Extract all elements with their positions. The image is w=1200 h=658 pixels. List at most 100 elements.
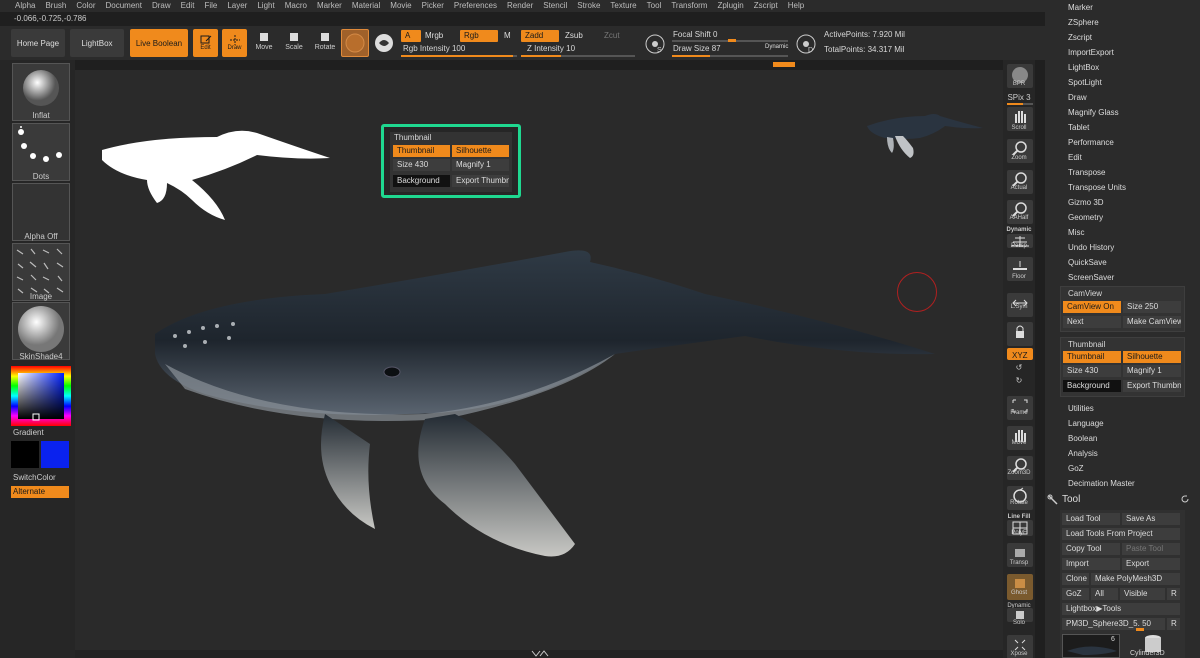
tool-thumbnail-current[interactable]: 6: [1062, 634, 1120, 658]
thumbnail-title[interactable]: Thumbnail: [1068, 340, 1105, 349]
color-picker[interactable]: [11, 366, 71, 426]
camview-size-slider[interactable]: Size 250: [1123, 301, 1181, 313]
palette-item[interactable]: QuickSave: [1068, 258, 1107, 267]
palette-item[interactable]: Tablet: [1068, 123, 1089, 132]
load-tool-button[interactable]: Load Tool: [1062, 513, 1120, 525]
ghost-button[interactable]: [1007, 574, 1033, 600]
menu-item[interactable]: Light: [252, 0, 279, 12]
palette-item[interactable]: Geometry: [1068, 213, 1103, 222]
magnify-slider[interactable]: Magnify 1: [1123, 365, 1181, 377]
spix-value[interactable]: SPix 3: [1003, 93, 1035, 102]
menu-item[interactable]: Layer: [222, 0, 252, 12]
secondary-color-swatch[interactable]: [11, 441, 39, 468]
zadd-toggle[interactable]: Zadd: [521, 30, 559, 42]
move-button[interactable]: Move: [254, 32, 274, 51]
popup-background-button[interactable]: Background: [393, 175, 450, 187]
whale-model[interactable]: [145, 244, 945, 579]
palette-item[interactable]: Misc: [1068, 228, 1084, 237]
switch-color-button[interactable]: SwitchColor: [13, 473, 56, 482]
menu-item[interactable]: Zscript: [749, 0, 783, 12]
palette-item[interactable]: Utilities: [1068, 404, 1094, 413]
popup-thumbnail-button[interactable]: Thumbnail: [393, 145, 450, 157]
palette-item[interactable]: ZSphere: [1068, 18, 1099, 27]
frame-button[interactable]: [1007, 396, 1033, 420]
menu-item[interactable]: Preferences: [449, 0, 502, 12]
palette-item[interactable]: Gizmo 3D: [1068, 198, 1104, 207]
palette-item[interactable]: LightBox: [1068, 63, 1099, 72]
import-button[interactable]: Import: [1062, 558, 1120, 570]
palette-item[interactable]: Undo History: [1068, 243, 1114, 252]
draw-size-track[interactable]: [672, 55, 788, 57]
dynamic-toggle[interactable]: Dynamic: [765, 44, 788, 50]
menu-item[interactable]: Color: [71, 0, 100, 12]
palette-item[interactable]: Zscript: [1068, 33, 1092, 42]
palette-item[interactable]: Draw: [1068, 93, 1087, 102]
lightbox-button[interactable]: LightBox: [70, 29, 124, 57]
rotate-y-icon[interactable]: ↺: [1003, 363, 1035, 372]
palette-item[interactable]: ScreenSaver: [1068, 273, 1114, 282]
menu-item[interactable]: Movie: [385, 0, 416, 12]
lock-button[interactable]: [1007, 322, 1033, 346]
zsub-toggle[interactable]: Zsub: [561, 30, 597, 42]
menu-item[interactable]: Picker: [417, 0, 449, 12]
export-thumbnail-button[interactable]: Export Thumbnail: [1123, 380, 1181, 392]
load-tools-from-project-button[interactable]: Load Tools From Project: [1062, 528, 1180, 540]
popup-export-thumbnail-button[interactable]: Export Thumbnail: [452, 175, 509, 187]
rgb-intensity-slider[interactable]: Rgb Intensity 100: [403, 44, 465, 53]
a-toggle[interactable]: A: [401, 30, 421, 42]
menu-item[interactable]: Draw: [147, 0, 176, 12]
popup-silhouette-button[interactable]: Silhouette: [452, 145, 509, 157]
lightbox-tools-button[interactable]: Lightbox▶Tools: [1062, 603, 1180, 615]
camview-on-button[interactable]: CamView On: [1063, 301, 1121, 313]
s-button[interactable]: S: [644, 33, 666, 55]
popup-magnify-slider[interactable]: Magnify 1: [452, 159, 509, 171]
move-view-button[interactable]: [1007, 426, 1033, 450]
menu-item[interactable]: Render: [502, 0, 538, 12]
clone-button[interactable]: Clone: [1062, 573, 1089, 585]
z-intensity-track[interactable]: [521, 55, 635, 57]
make-camview-button[interactable]: Make CamView: [1123, 316, 1181, 328]
r2-button[interactable]: R: [1167, 618, 1180, 630]
current-tool-slider[interactable]: PM3D_Sphere3D_5. 50: [1062, 618, 1165, 630]
palette-item[interactable]: Performance: [1068, 138, 1114, 147]
thumbnail-size-slider[interactable]: Size 430: [1063, 365, 1121, 377]
rgb-intensity-track[interactable]: [401, 55, 517, 57]
zcut-toggle[interactable]: Zcut: [600, 30, 630, 42]
menu-item[interactable]: Alpha: [10, 0, 40, 12]
make-polymesh3d-button[interactable]: Make PolyMesh3D: [1091, 573, 1180, 585]
mrgb-toggle[interactable]: Mrgb: [421, 30, 457, 42]
thumbnail-button[interactable]: Thumbnail: [1063, 351, 1121, 363]
tool-palette-title[interactable]: Tool: [1062, 494, 1080, 505]
menu-item[interactable]: Document: [101, 0, 147, 12]
camview-next-button[interactable]: Next: [1063, 316, 1121, 328]
draw-button[interactable]: Draw: [222, 29, 247, 57]
palette-item[interactable]: Boolean: [1068, 434, 1097, 443]
draw-size-slider[interactable]: Draw Size 87: [673, 44, 721, 53]
focal-shift-track[interactable]: [672, 39, 788, 42]
rotate-button[interactable]: Rotate: [314, 32, 336, 51]
camview-title[interactable]: CamView: [1068, 289, 1102, 298]
tool-thumbnail-cylinder[interactable]: Cylinder3D: [1122, 634, 1180, 658]
edit-button[interactable]: Edit: [193, 29, 218, 57]
palette-item[interactable]: SpotLight: [1068, 78, 1102, 87]
visible-button[interactable]: Visible: [1120, 588, 1165, 600]
z-intensity-slider[interactable]: Z Intensity 10: [527, 44, 575, 53]
d-button[interactable]: D: [795, 33, 817, 55]
focal-shift-slider[interactable]: Focal Shift 0: [673, 30, 717, 39]
collapse-arrows-icon[interactable]: [525, 650, 555, 658]
palette-item[interactable]: ImportExport: [1068, 48, 1114, 57]
palette-item[interactable]: Magnify Glass: [1068, 108, 1119, 117]
r-button[interactable]: R: [1167, 588, 1180, 600]
popup-size-slider[interactable]: Size 430: [393, 159, 450, 171]
menu-item[interactable]: Material: [347, 0, 385, 12]
export-button[interactable]: Export: [1122, 558, 1180, 570]
zoom3d-button[interactable]: [1007, 456, 1033, 480]
menu-item[interactable]: Help: [783, 0, 809, 12]
rotate-view-button[interactable]: [1007, 486, 1033, 510]
spix-track[interactable]: [1007, 103, 1033, 105]
palette-item[interactable]: Transpose Units: [1068, 183, 1126, 192]
menu-item[interactable]: File: [199, 0, 222, 12]
palette-item[interactable]: Edit: [1068, 153, 1082, 162]
menu-item[interactable]: Tool: [642, 0, 667, 12]
material-swatch-button[interactable]: [341, 29, 369, 57]
